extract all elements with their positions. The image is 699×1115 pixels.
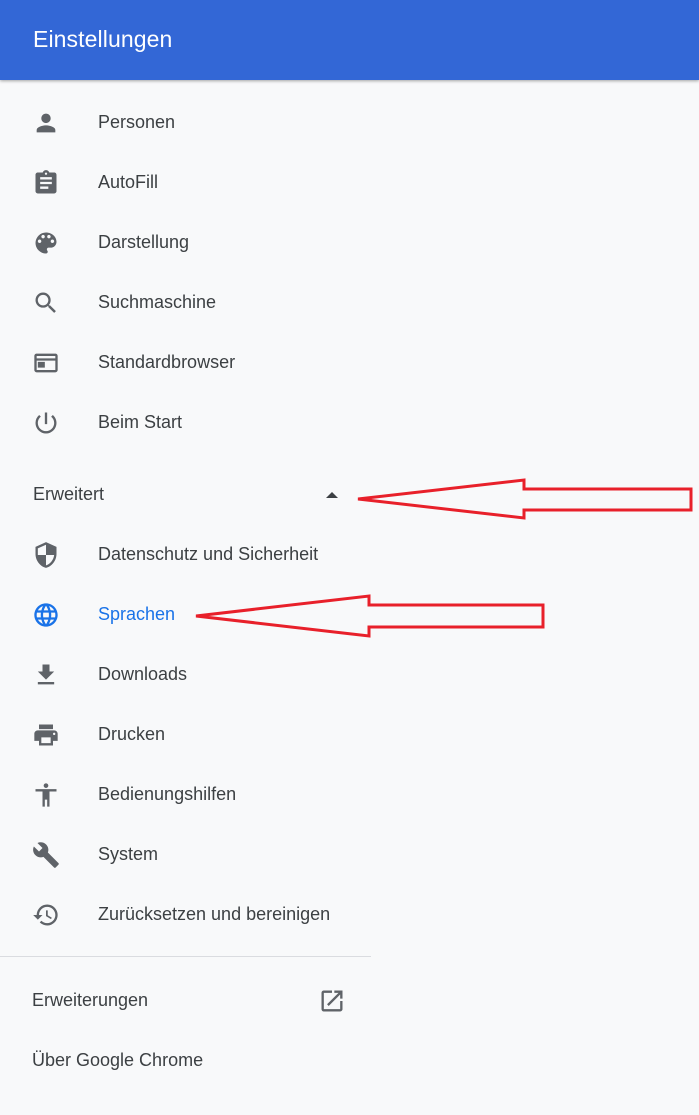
- about-chrome-label: Über Google Chrome: [32, 1050, 204, 1070]
- menu-item-label: Sprachen: [98, 604, 176, 624]
- power-icon: [32, 409, 60, 437]
- open-in-new-icon: [318, 987, 346, 1015]
- menu-item-label: Beim Start: [98, 412, 183, 432]
- menu-item-ueber-chrome[interactable]: Über Google Chrome: [0, 1030, 371, 1090]
- palette-icon: [32, 229, 60, 257]
- wrench-icon: [32, 841, 60, 869]
- settings-menu: Personen AutoFill Darstellung Suchmaschi…: [0, 92, 371, 452]
- menu-item-downloads[interactable]: Downloads: [0, 644, 371, 704]
- search-icon: [32, 289, 60, 317]
- menu-item-label: System: [98, 844, 159, 864]
- globe-icon: [32, 601, 60, 629]
- menu-item-sprachen[interactable]: Sprachen: [0, 584, 371, 644]
- clipboard-icon: [32, 169, 60, 197]
- menu-item-datenschutz[interactable]: Datenschutz und Sicherheit: [0, 524, 371, 584]
- browser-window-icon: [32, 349, 60, 377]
- shield-icon: [32, 541, 60, 569]
- printer-icon: [32, 721, 60, 749]
- extensions-label: Erweiterungen: [32, 990, 149, 1010]
- menu-item-label: Zurücksetzen und bereinigen: [98, 904, 331, 924]
- menu-item-label: Suchmaschine: [98, 292, 217, 312]
- menu-item-label: Datenschutz und Sicherheit: [98, 544, 319, 564]
- menu-item-system[interactable]: System: [0, 824, 371, 884]
- menu-item-bedienungshilfen[interactable]: Bedienungshilfen: [0, 764, 371, 824]
- menu-item-label: AutoFill: [98, 172, 159, 192]
- advanced-section-toggle[interactable]: Erweitert: [0, 464, 371, 524]
- menu-item-standardbrowser[interactable]: Standardbrowser: [0, 332, 371, 392]
- caret-up-icon: [326, 492, 338, 498]
- menu-item-label: Drucken: [98, 724, 166, 744]
- restore-icon: [32, 901, 60, 929]
- annotation-arrow-advanced: [357, 478, 693, 520]
- page-title: Einstellungen: [33, 26, 173, 52]
- menu-item-zuruecksetzen[interactable]: Zurücksetzen und bereinigen: [0, 884, 371, 944]
- person-icon: [32, 109, 60, 137]
- menu-item-label: Downloads: [98, 664, 188, 684]
- menu-item-personen[interactable]: Personen: [0, 92, 371, 152]
- menu-item-beim-start[interactable]: Beim Start: [0, 392, 371, 452]
- menu-item-darstellung[interactable]: Darstellung: [0, 212, 371, 272]
- menu-item-label: Personen: [98, 112, 176, 132]
- menu-divider: [0, 956, 371, 957]
- menu-item-suchmaschine[interactable]: Suchmaschine: [0, 272, 371, 332]
- menu-item-label: Bedienungshilfen: [98, 784, 237, 804]
- advanced-section-label: Erweitert: [33, 484, 105, 504]
- accessibility-icon: [32, 781, 60, 809]
- menu-item-erweiterungen[interactable]: Erweiterungen: [0, 970, 371, 1030]
- advanced-menu: Datenschutz und Sicherheit Sprachen Down…: [0, 524, 371, 944]
- menu-item-autofill[interactable]: AutoFill: [0, 152, 371, 212]
- menu-item-drucken[interactable]: Drucken: [0, 704, 371, 764]
- menu-item-label: Darstellung: [98, 232, 190, 252]
- app-header: Einstellungen: [0, 0, 699, 80]
- download-icon: [32, 661, 60, 689]
- menu-item-label: Standardbrowser: [98, 352, 236, 372]
